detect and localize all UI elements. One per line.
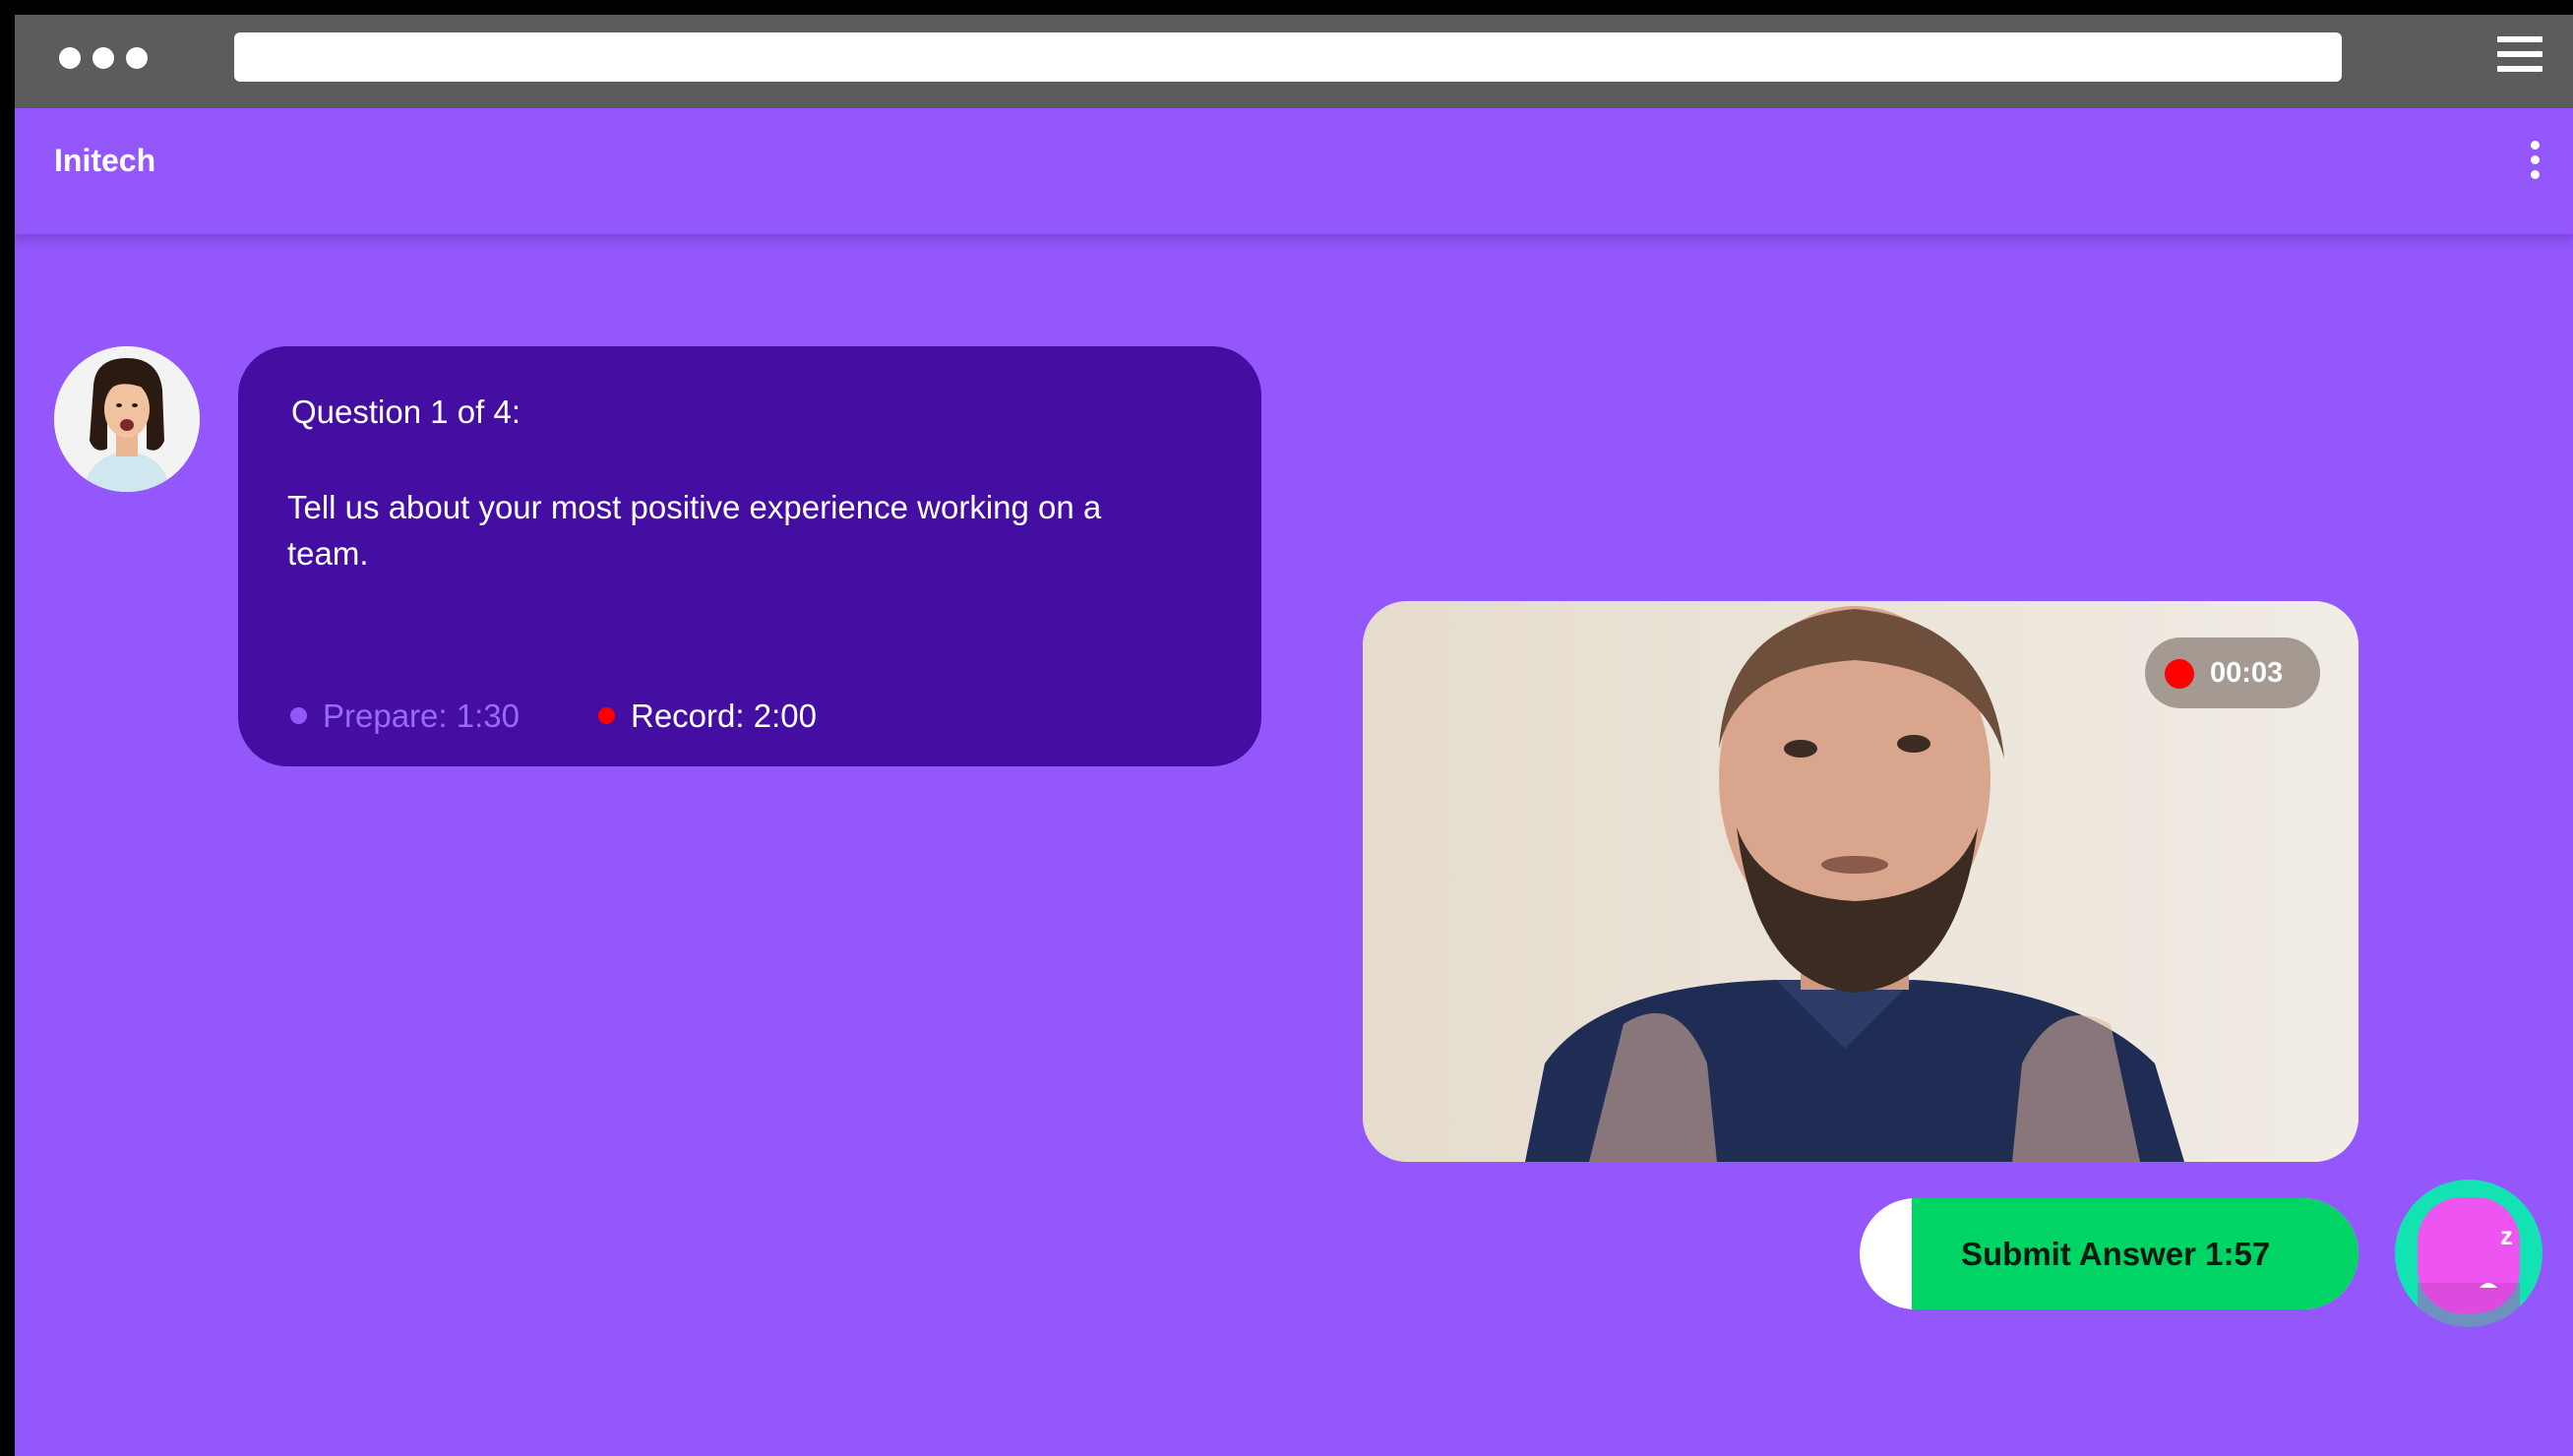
submit-answer-button[interactable]: Submit Answer 1:57 xyxy=(1860,1198,2359,1309)
recording-dot-icon xyxy=(2165,659,2194,689)
prepare-dot-icon xyxy=(290,706,307,724)
assistant-bot-avatar[interactable]: z xyxy=(2395,1180,2542,1327)
hamburger-menu-icon[interactable] xyxy=(2497,36,2542,76)
interviewer-portrait-icon xyxy=(54,346,200,492)
submit-answer-label: Submit Answer 1:57 xyxy=(1961,1236,2271,1272)
prepare-time-label: Prepare: 1:30 xyxy=(323,698,520,734)
record-dot-icon xyxy=(598,706,615,724)
sleeping-bot-icon: z xyxy=(2418,1197,2520,1327)
app-header: Initech xyxy=(15,108,2573,234)
window-control-dot[interactable] xyxy=(59,47,81,69)
browser-window: Initech Question 1 of 4: Tell us about y… xyxy=(15,15,2573,1456)
record-time-label: Record: 2:00 xyxy=(631,698,817,734)
question-text: Tell us about your most positive experie… xyxy=(287,489,1102,572)
prepare-time: Prepare: 1:30 xyxy=(290,698,520,735)
more-options-icon[interactable] xyxy=(2529,141,2541,188)
address-bar[interactable] xyxy=(234,32,2342,82)
camera-preview: 00:03 xyxy=(1363,601,2359,1162)
question-counter: Question 1 of 4: xyxy=(291,394,521,430)
question-card: Question 1 of 4: Tell us about your most… xyxy=(238,346,1261,766)
window-control-dot[interactable] xyxy=(92,47,114,69)
bot-sleep-glyph: z xyxy=(2500,1221,2513,1250)
window-control-dot[interactable] xyxy=(126,47,148,69)
record-time: Record: 2:00 xyxy=(598,698,817,735)
browser-chrome xyxy=(15,15,2573,108)
interviewer-avatar xyxy=(54,346,200,492)
recording-timer-text: 00:03 xyxy=(2210,657,2284,689)
recording-timer: 00:03 xyxy=(2145,637,2320,708)
brand-name: Initech xyxy=(54,143,156,178)
